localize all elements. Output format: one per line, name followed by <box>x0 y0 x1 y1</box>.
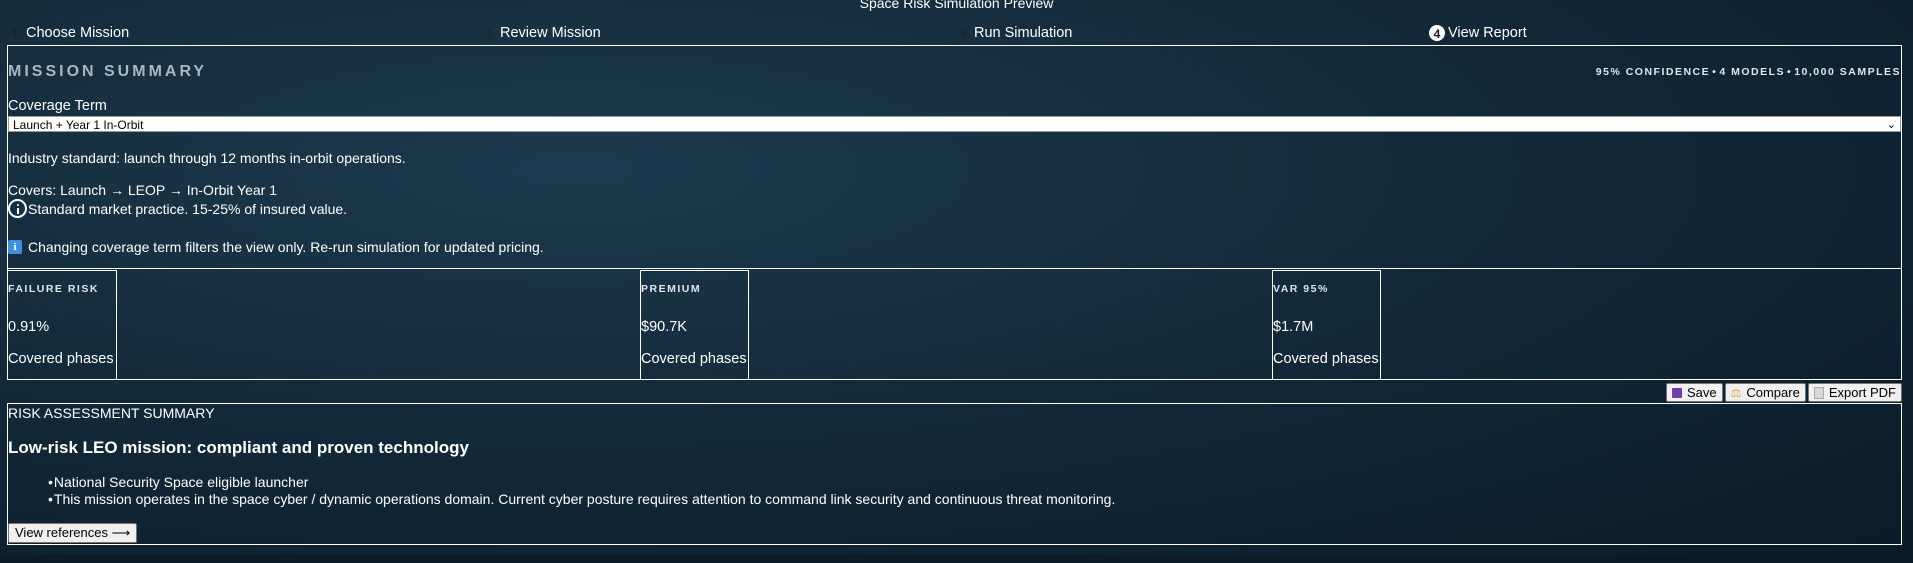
list-item: This mission operates in the space cyber… <box>48 491 1115 508</box>
info-icon[interactable] <box>8 199 27 218</box>
save-button-label: Save <box>1686 385 1717 400</box>
coverage-phases: Covers: Launch → LEOP → In-Orbit Year 1 <box>8 182 277 198</box>
step-label: Review Mission <box>500 25 601 41</box>
step-number: 1 <box>7 25 23 41</box>
coverage-note: i Changing coverage term filters the vie… <box>8 239 544 255</box>
step-number: 3 <box>955 25 971 41</box>
save-button[interactable]: Save <box>1665 383 1723 402</box>
risk-assessment-title: RISK ASSESSMENT SUMMARY <box>8 405 215 421</box>
stepper: 1 Choose Mission 2 Review Mission 3 Run … <box>0 25 1913 45</box>
risk-assessment-panel: RISK ASSESSMENT SUMMARY Low-risk LEO mis… <box>7 403 1902 545</box>
step-number: 4 <box>1429 25 1445 41</box>
report-actions: Save ⚖ Compare Export PDF <box>1665 383 1902 402</box>
step-choose-mission[interactable]: 1 Choose Mission <box>7 25 129 41</box>
metrics-row: FAILURE RISK 0.91% Covered phases PREMIU… <box>7 269 1902 380</box>
metric-subtext: Covered phases <box>641 351 747 367</box>
list-item: National Security Space eligible launche… <box>48 474 1115 491</box>
compare-button[interactable]: ⚖ Compare <box>1724 383 1806 402</box>
meta-models: 4 MODELS <box>1719 66 1786 78</box>
step-number: 2 <box>481 25 497 41</box>
coverage-description: Industry standard: launch through 12 mon… <box>8 150 406 166</box>
metric-label: VAR 95% <box>1273 283 1329 295</box>
metric-premium: PREMIUM $90.7K Covered phases <box>640 270 749 380</box>
metric-value: 0.91% <box>8 319 50 335</box>
view-references-button[interactable]: View references ⟶ <box>8 523 138 543</box>
metric-value: $90.7K <box>641 319 687 335</box>
metric-failure-risk: FAILURE RISK 0.91% Covered phases <box>8 270 117 380</box>
meta-samples: 10,000 SAMPLES <box>1794 66 1901 78</box>
step-label: View Report <box>1448 25 1527 41</box>
metric-label: FAILURE RISK <box>8 283 99 295</box>
metric-var-95: VAR 95% $1.7M Covered phases <box>1272 270 1381 380</box>
step-view-report[interactable]: 4 View Report <box>1429 25 1527 41</box>
information-icon: i <box>8 240 22 254</box>
footer-strip <box>0 555 1913 563</box>
metric-label: PREMIUM <box>641 283 702 295</box>
coverage-term-value: Launch + Year 1 In-Orbit <box>13 118 144 132</box>
export-pdf-button-label: Export PDF <box>1828 385 1896 400</box>
step-review-mission[interactable]: 2 Review Mission <box>481 25 601 41</box>
metric-subtext: Covered phases <box>1273 351 1379 367</box>
export-pdf-button[interactable]: Export PDF <box>1807 383 1902 402</box>
metric-value: $1.7M <box>1273 319 1314 335</box>
page-title: Space Risk Simulation Preview <box>859 0 1054 11</box>
scales-icon: ⚖ <box>1730 385 1742 400</box>
coverage-info-text: Standard market practice. 15-25% of insu… <box>28 200 348 217</box>
coverage-term-select[interactable]: Launch + Year 1 In-Orbit ⌄ <box>8 116 1901 132</box>
risk-bullet-list: National Security Space eligible launche… <box>48 474 1115 508</box>
document-icon <box>1813 386 1824 399</box>
compare-button-label: Compare <box>1746 385 1800 400</box>
meta-confidence: 95% CONFIDENCE <box>1595 66 1711 78</box>
metric-subtext: Covered phases <box>8 351 114 367</box>
coverage-note-text: Changing coverage term filters the view … <box>28 239 544 255</box>
simulation-meta: 95% CONFIDENCE • 4 MODELS • 10,000 SAMPLES <box>1595 66 1901 78</box>
step-run-simulation[interactable]: 3 Run Simulation <box>955 25 1072 41</box>
coverage-info: Standard market practice. 15-25% of insu… <box>8 199 347 218</box>
mission-summary-panel: MISSION SUMMARY 95% CONFIDENCE • 4 MODELS •… <box>7 45 1902 269</box>
coverage-term-label: Coverage Term <box>8 98 107 114</box>
risk-headline: Low-risk LEO mission: compliant and prov… <box>8 438 469 457</box>
step-label: Run Simulation <box>974 25 1073 41</box>
mission-summary-title: MISSION SUMMARY <box>8 63 208 80</box>
chevron-down-icon: ⌄ <box>1886 119 1896 131</box>
floppy-disk-icon <box>1671 387 1682 398</box>
step-label: Choose Mission <box>26 25 130 41</box>
